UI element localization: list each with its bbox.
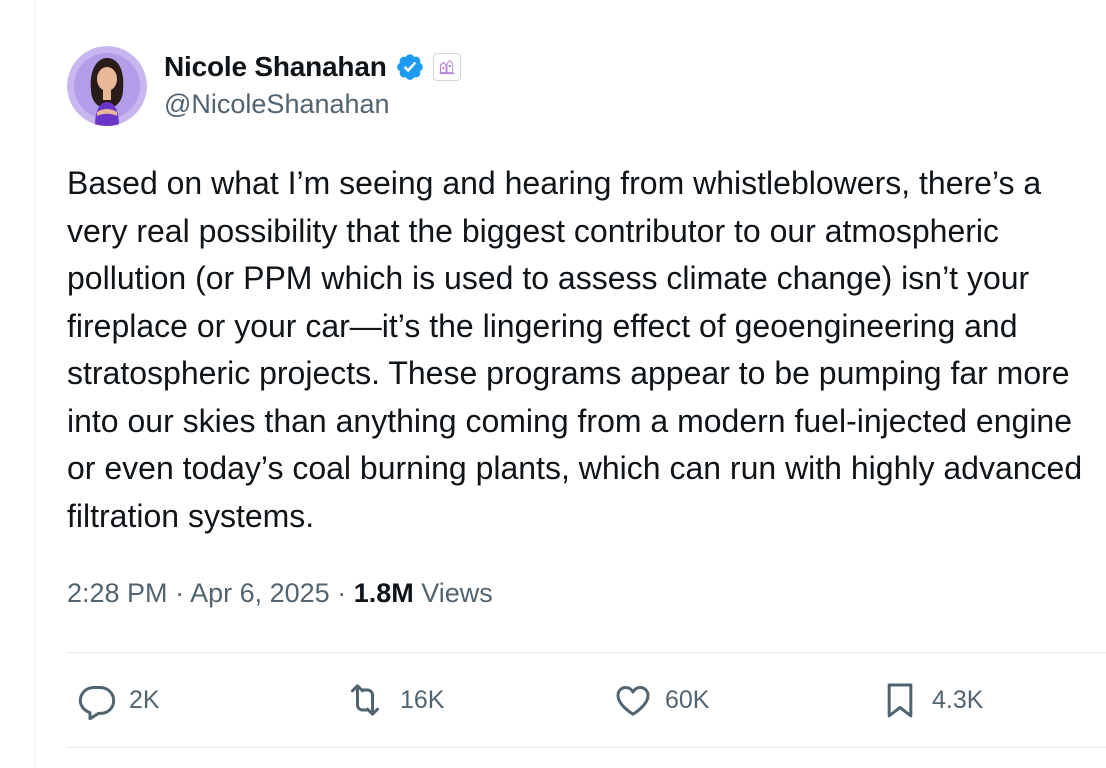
author-display-name[interactable]: Nicole Shanahan bbox=[164, 51, 387, 83]
avatar-image bbox=[67, 46, 147, 126]
views-label[interactable]: Views bbox=[421, 578, 493, 608]
tweet-text: Based on what I’m seeing and hearing fro… bbox=[67, 160, 1106, 540]
like-button[interactable]: 60K bbox=[613, 676, 709, 724]
tweet-text-line: filtration systems. bbox=[67, 497, 315, 534]
tweet-text-line: into our skies than anything coming from… bbox=[67, 402, 1073, 439]
affiliate-badge-icon[interactable] bbox=[432, 53, 461, 81]
tweet-meta: 2:28 PM · Apr 6, 2025 · 1.8M Views bbox=[67, 578, 493, 609]
avatar[interactable] bbox=[67, 46, 147, 126]
bookmark-button[interactable]: 4.3K bbox=[880, 676, 983, 724]
bookmark-icon bbox=[887, 683, 913, 718]
tweet-text-line: Based on what I’m seeing and hearing fro… bbox=[67, 165, 1042, 201]
bookmark-count: 4.3K bbox=[932, 685, 984, 714]
divider bbox=[67, 652, 1106, 653]
repost-icon bbox=[351, 684, 379, 716]
tweet-text-line: very real possibility that the biggest c… bbox=[67, 212, 1000, 249]
tweet-date[interactable]: Apr 6, 2025 bbox=[190, 578, 330, 608]
repost-button[interactable]: 16K bbox=[342, 676, 444, 724]
author-handle[interactable]: @NicoleShanahan bbox=[164, 89, 390, 120]
reply-icon bbox=[78, 686, 116, 720]
tweet-text-line: pollution (or PPM which is used to asses… bbox=[67, 260, 1030, 296]
views-count[interactable]: 1.8M bbox=[354, 578, 414, 608]
reply-count: 2K bbox=[129, 685, 160, 714]
divider bbox=[67, 747, 1106, 748]
timeline-border bbox=[34, 0, 35, 768]
tweet-time[interactable]: 2:28 PM bbox=[67, 578, 168, 608]
meta-separator: · bbox=[175, 578, 191, 608]
reply-button[interactable]: 2K bbox=[77, 676, 160, 724]
like-count: 60K bbox=[665, 685, 710, 714]
tweet-text-line: stratospheric projects. These programs a… bbox=[67, 355, 1070, 391]
like-icon bbox=[616, 686, 650, 716]
tweet: Nicole Shanahan @NicoleShanahan Based on… bbox=[67, 0, 1106, 768]
tweet-text-line: fireplace or your car—it’s the lingering… bbox=[67, 307, 1018, 344]
meta-separator: · bbox=[337, 578, 354, 608]
author-name-row[interactable]: Nicole Shanahan bbox=[164, 47, 461, 87]
verified-badge-icon[interactable] bbox=[395, 52, 425, 82]
repost-count: 16K bbox=[400, 685, 445, 714]
tweet-text-line: or even today’s coal burning plants, whi… bbox=[67, 450, 1083, 486]
